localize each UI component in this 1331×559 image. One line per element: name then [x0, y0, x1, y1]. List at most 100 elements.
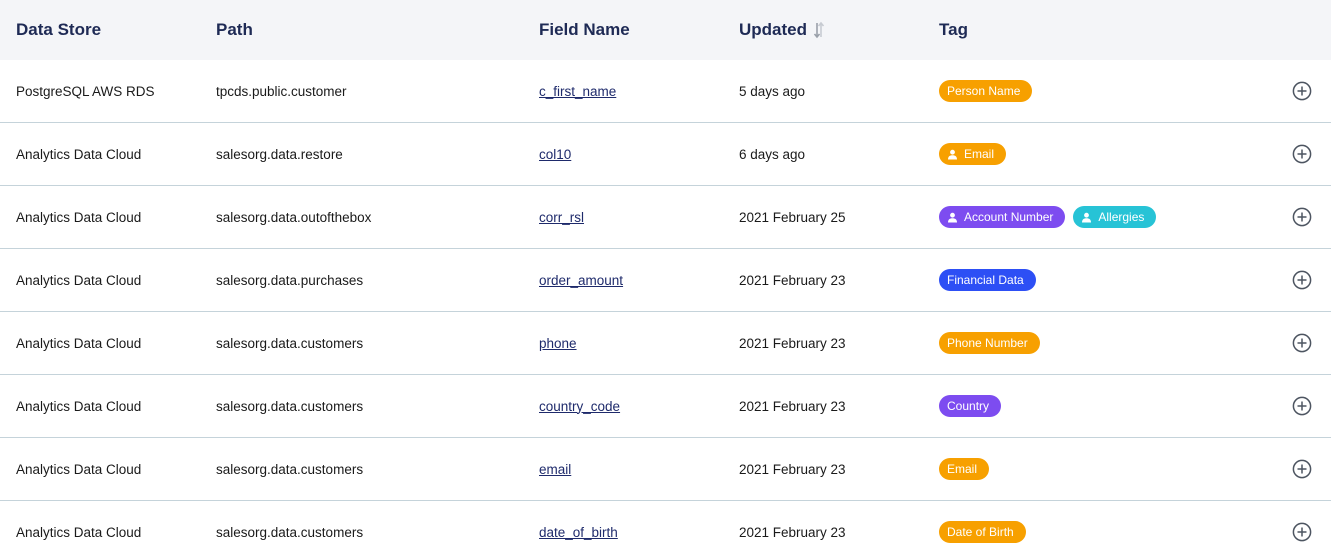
path-cell: tpcds.public.customer [216, 83, 347, 99]
table-row: Analytics Data Cloud salesorg.data.custom… [0, 375, 1331, 438]
add-tag-cell [1292, 123, 1312, 185]
updated-cell: 2021 February 23 [739, 335, 846, 351]
field-name-link[interactable]: order_amount [539, 273, 623, 288]
field-name-link[interactable]: col10 [539, 147, 571, 162]
column-header-label: Data Store [16, 20, 102, 39]
add-tag-cell [1292, 501, 1312, 559]
plus-circle-icon[interactable] [1292, 270, 1312, 290]
data-store-cell: Analytics Data Cloud [16, 209, 142, 225]
table-row: Analytics Data Cloud salesorg.data.restor… [0, 123, 1331, 186]
tag-label: Financial Data [947, 273, 1024, 287]
column-header-label: Tag [939, 20, 968, 39]
add-tag-cell [1292, 186, 1312, 248]
column-header-path[interactable]: Path [216, 0, 253, 60]
data-store-cell: Analytics Data Cloud [16, 398, 142, 414]
table-body: PostgreSQL AWS RDS tpcds.public.customer c… [0, 60, 1331, 559]
column-header-field-name[interactable]: Field Name [539, 0, 630, 60]
tag-cell: Phone Number [939, 312, 1040, 374]
tag-pill[interactable]: Financial Data [939, 269, 1036, 291]
field-name-link[interactable]: date_of_birth [539, 525, 618, 540]
tag-pill[interactable]: Email [939, 458, 990, 480]
tag-pill[interactable]: Account Number [939, 206, 1066, 228]
tag-label: Email [964, 147, 995, 161]
tag-list: Country [939, 395, 1002, 417]
data-store-cell: Analytics Data Cloud [16, 335, 142, 351]
column-header-label: Field Name [539, 20, 630, 39]
tag-pill[interactable]: Date of Birth [939, 521, 1026, 543]
tag-pill[interactable]: Phone Number [939, 332, 1040, 354]
updated-cell: 2021 February 23 [739, 524, 846, 540]
plus-circle-icon[interactable] [1292, 207, 1312, 227]
data-store-cell: Analytics Data Cloud [16, 524, 142, 540]
field-name-link[interactable]: email [539, 462, 571, 477]
updated-cell: 5 days ago [739, 83, 806, 99]
data-store-cell: Analytics Data Cloud [16, 461, 142, 477]
updated-cell: 6 days ago [739, 146, 806, 162]
field-name-link[interactable]: phone [539, 336, 577, 351]
tag-list: Financial Data [939, 269, 1036, 291]
tag-label: Date of Birth [947, 525, 1014, 539]
tag-cell: Account Number Allergies [939, 186, 1157, 248]
table-row: Analytics Data Cloud salesorg.data.custom… [0, 312, 1331, 375]
column-header-updated[interactable]: Updated [739, 0, 825, 60]
add-tag-cell [1292, 312, 1312, 374]
table-row: PostgreSQL AWS RDS tpcds.public.customer c… [0, 60, 1331, 123]
tag-list: Account Number Allergies [939, 206, 1157, 228]
table-row: Analytics Data Cloud salesorg.data.purcha… [0, 249, 1331, 312]
column-header-tag[interactable]: Tag [939, 0, 968, 60]
field-name-cell: date_of_birth [539, 501, 618, 559]
plus-circle-icon[interactable] [1292, 459, 1312, 479]
tag-label: Email [947, 462, 978, 476]
table-row: Analytics Data Cloud salesorg.data.custom… [0, 438, 1331, 501]
field-name-cell: corr_rsl [539, 186, 584, 248]
tag-label: Phone Number [947, 336, 1028, 350]
plus-circle-icon[interactable] [1292, 522, 1312, 542]
tag-pill[interactable]: Email [939, 143, 1007, 165]
tag-cell: Email [939, 123, 1007, 185]
path-cell: salesorg.data.purchases [216, 272, 364, 288]
add-tag-cell [1292, 60, 1312, 122]
path-cell: salesorg.data.restore [216, 146, 343, 162]
tag-label: Country [947, 399, 990, 413]
add-tag-cell [1292, 375, 1312, 437]
path-cell: salesorg.data.customers [216, 398, 364, 414]
data-store-cell: Analytics Data Cloud [16, 272, 142, 288]
field-name-cell: phone [539, 312, 577, 374]
path-cell: salesorg.data.customers [216, 335, 364, 351]
table-row: Analytics Data Cloud salesorg.data.outoft… [0, 186, 1331, 249]
path-cell: salesorg.data.customers [216, 461, 364, 477]
column-header-data-store[interactable]: Data Store [16, 0, 101, 60]
tag-pill[interactable]: Person Name [939, 80, 1033, 102]
updated-cell: 2021 February 23 [739, 398, 846, 414]
field-name-cell: email [539, 438, 571, 500]
tag-label: Account Number [964, 210, 1054, 224]
field-name-link[interactable]: country_code [539, 399, 620, 414]
field-name-cell: col10 [539, 123, 571, 185]
tag-label: Person Name [947, 84, 1021, 98]
tag-list: Date of Birth [939, 521, 1026, 543]
field-name-link[interactable]: corr_rsl [539, 210, 584, 225]
field-name-link[interactable]: c_first_name [539, 84, 616, 99]
data-store-cell: PostgreSQL AWS RDS [16, 83, 155, 99]
updated-cell: 2021 February 23 [739, 272, 846, 288]
tag-pill[interactable]: Country [939, 395, 1002, 417]
plus-circle-icon[interactable] [1292, 81, 1312, 101]
tag-cell: Date of Birth [939, 501, 1026, 559]
plus-circle-icon[interactable] [1292, 396, 1312, 416]
tag-list: Email [939, 143, 1007, 165]
data-store-cell: Analytics Data Cloud [16, 146, 142, 162]
table-header: Data Store Path Field Name Updated Tag [0, 0, 1331, 60]
path-cell: salesorg.data.customers [216, 524, 364, 540]
plus-circle-icon[interactable] [1292, 144, 1312, 164]
person-icon [1081, 212, 1092, 223]
add-tag-cell [1292, 438, 1312, 500]
person-icon [947, 212, 958, 223]
add-tag-cell [1292, 249, 1312, 311]
tag-cell: Person Name [939, 60, 1033, 122]
tag-list: Phone Number [939, 332, 1040, 354]
tag-pill[interactable]: Allergies [1073, 206, 1157, 228]
plus-circle-icon[interactable] [1292, 333, 1312, 353]
tag-cell: Country [939, 375, 1002, 437]
sort-arrows-icon[interactable] [813, 21, 825, 39]
tag-cell: Email [939, 438, 990, 500]
